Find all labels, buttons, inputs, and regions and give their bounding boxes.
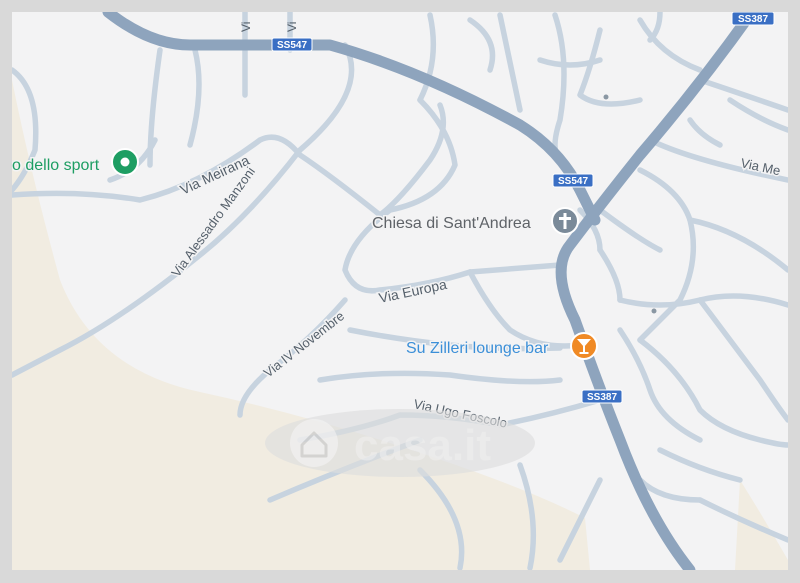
route-shield-ss547-mid: SS547: [552, 173, 594, 188]
road-label-via-iv-novembre: Via IV Novembre: [261, 308, 347, 380]
poi-church-label: Chiesa di Sant'Andrea: [372, 215, 531, 232]
map-dots: [603, 94, 657, 314]
route-shield-label: SS387: [738, 14, 768, 25]
watermark: casa.it: [265, 409, 535, 477]
route-shield-ss387-mid: SS387: [581, 389, 623, 404]
park-marker-icon[interactable]: [111, 148, 139, 176]
road-label-vi-1: Vi: [239, 22, 253, 32]
poi-sport-label: o dello sport: [12, 157, 100, 174]
church-cross-icon[interactable]: [551, 207, 579, 235]
watermark-text: casa.it: [354, 421, 491, 470]
route-shield-label: SS547: [558, 176, 588, 187]
route-shield-ss387-top: SS387: [731, 12, 775, 26]
map-frame[interactable]: Via Meirana Via Alessadro Manzoni Via Eu…: [12, 12, 788, 570]
cocktail-icon[interactable]: [570, 332, 598, 360]
map-canvas[interactable]: Via Meirana Via Alessadro Manzoni Via Eu…: [12, 12, 788, 570]
route-shield-label: SS387: [587, 392, 617, 403]
house-icon: [290, 419, 338, 467]
poi-bar-label: Su Zilleri lounge bar: [406, 340, 549, 357]
poi-church[interactable]: Chiesa di Sant'Andrea: [371, 207, 579, 235]
route-shield-ss547-top: SS547: [271, 37, 313, 52]
route-shield-label: SS547: [277, 40, 307, 51]
road-label-via-europa: Via Europa: [377, 276, 448, 306]
road-label-vi-2: Vi: [285, 22, 299, 32]
